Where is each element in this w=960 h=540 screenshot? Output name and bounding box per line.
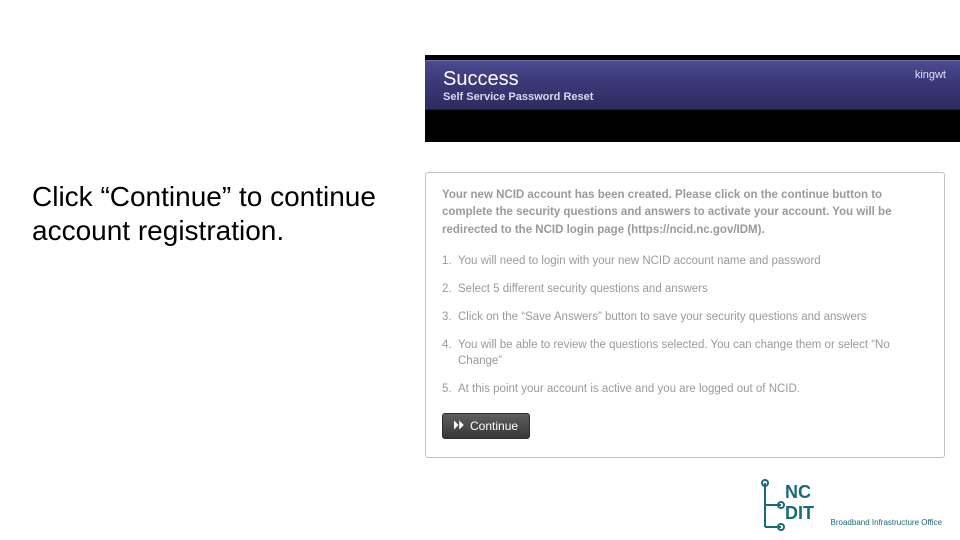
step-item: Click on the “Save Answers” button to sa…	[442, 309, 928, 325]
ncdit-logo-icon: NC DIT	[755, 477, 825, 532]
fast-forward-icon	[454, 419, 466, 433]
header-subtitle: Self Service Password Reset	[443, 91, 593, 103]
sub-header-band	[425, 110, 960, 142]
continue-button-label: Continue	[470, 419, 518, 433]
app-header: Success Self Service Password Reset king…	[425, 60, 960, 110]
steps-list: You will need to login with your new NCI…	[442, 253, 928, 398]
continue-button[interactable]: Continue	[442, 413, 530, 439]
step-item: You will need to login with your new NCI…	[442, 253, 928, 269]
logo-tagline: Broadband Infrastructure Office	[831, 519, 942, 532]
header-username: kingwt	[915, 69, 946, 81]
header-title: Success	[443, 68, 593, 90]
logo-text-nc: NC	[785, 482, 811, 502]
slide-instruction-text: Click “Continue” to continue account reg…	[32, 180, 402, 247]
step-item: At this point your account is active and…	[442, 381, 928, 397]
logo-text-dit: DIT	[785, 503, 814, 523]
panel-intro-text: Your new NCID account has been created. …	[442, 187, 928, 239]
step-item: You will be able to review the questions…	[442, 337, 928, 369]
header-left: Success Self Service Password Reset	[443, 68, 593, 103]
footer-logo: NC DIT Broadband Infrastructure Office	[755, 477, 942, 532]
step-item: Select 5 different security questions an…	[442, 281, 928, 297]
success-panel: Your new NCID account has been created. …	[425, 172, 945, 458]
